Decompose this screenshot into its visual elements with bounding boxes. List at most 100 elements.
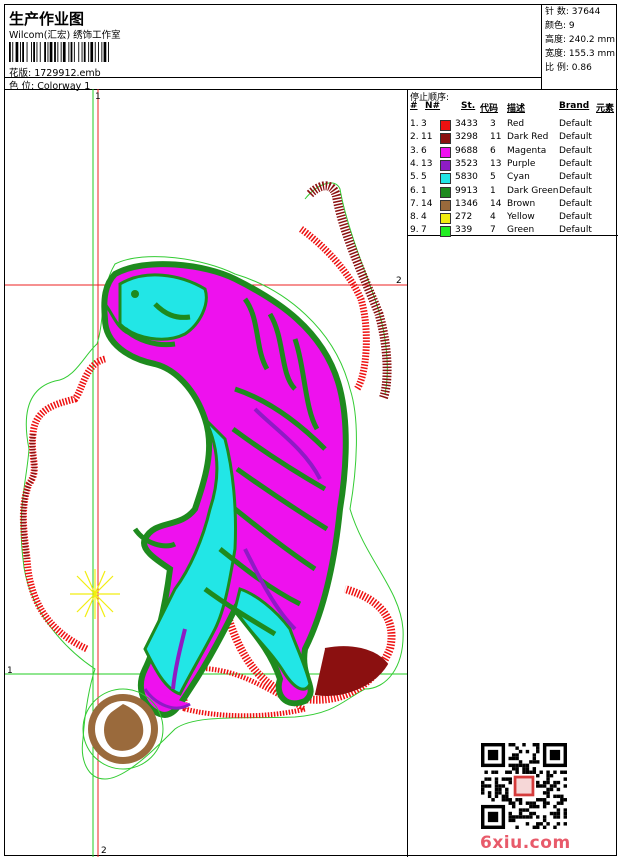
qr-module: [546, 801, 550, 805]
qr-module: [536, 746, 540, 750]
sequence-brand: Default: [559, 158, 592, 169]
qr-module: [542, 818, 547, 823]
barcode-bar: [20, 42, 21, 62]
qr-module: [532, 770, 537, 774]
sequence-brand: Default: [559, 172, 592, 183]
sequence-stitches: 1346: [455, 198, 478, 209]
qr-module: [515, 815, 519, 819]
qr-module: [481, 784, 485, 788]
qr-module: [546, 777, 550, 781]
qr-module: [546, 773, 550, 778]
qr-module: [553, 794, 557, 799]
barcode-bar: [62, 42, 66, 62]
barcode-bar: [39, 42, 41, 62]
qr-module: [498, 787, 502, 792]
barcode-bar: [12, 42, 14, 62]
qr-module: [484, 784, 488, 788]
qr-logo-inner: [516, 778, 532, 794]
barcode-bar: [26, 42, 28, 62]
qr-module: [529, 804, 533, 809]
qr-module: [532, 743, 537, 747]
qr-module: [536, 815, 540, 819]
qr-module: [553, 770, 557, 774]
sequence-index: 3.: [410, 145, 419, 156]
qr-module: [511, 804, 516, 809]
qr-module: [563, 798, 567, 802]
qr-module: [556, 801, 561, 805]
stat-scale: 比 例: 0.86: [545, 63, 592, 73]
qr-module: [505, 798, 509, 802]
sequence-row: 1. 3 3433 3 Red Default: [407, 119, 618, 132]
qr-module: [529, 770, 533, 774]
barcode-bar: [81, 42, 83, 62]
barcode-bar: [15, 42, 19, 62]
page-title: 生产作业图: [9, 10, 85, 28]
stats-panel: 针 数: 37644 颜色: 9 高度: 240.2 mm 宽度: 155.3 …: [542, 5, 618, 75]
qr-module: [553, 784, 557, 788]
barcode-bar: [36, 42, 38, 62]
qr-module: [542, 825, 547, 829]
qr-module: [563, 811, 567, 816]
stop-sequence-header: # N# St. 代码 描述 Brand 元素: [407, 101, 618, 115]
qr-module: [505, 770, 509, 774]
qr-module: [484, 770, 488, 774]
qr-module: [484, 777, 488, 781]
qr-module: [508, 770, 512, 774]
qr-module: [542, 804, 547, 809]
qr-module: [494, 770, 499, 774]
qr-module: [542, 815, 547, 819]
sequence-code: 14: [490, 198, 502, 209]
qr-module: [515, 825, 519, 829]
qr-module: [518, 749, 523, 754]
sequence-code: 3: [490, 119, 496, 129]
sequence-stitches: 9688: [455, 145, 478, 156]
qr-module: [560, 770, 564, 774]
qr-module: [525, 770, 530, 774]
qr-module: [536, 784, 540, 788]
sequence-code: 11: [490, 132, 502, 143]
guide-label-top: 2: [396, 276, 402, 286]
col-code: 代码: [480, 104, 499, 114]
embroidery-preview: 2 1 1 2: [5, 89, 407, 857]
qr-module: [522, 770, 526, 774]
sequence-row: 7. 14 1346 14 Brown Default: [407, 199, 618, 212]
sequence-index: 6.: [410, 185, 419, 196]
sequence-index: 4.: [410, 158, 419, 169]
qr-module: [511, 753, 516, 757]
qr-code-image: [481, 743, 567, 829]
qr-module: [553, 825, 557, 829]
sequence-description: Magenta: [507, 145, 547, 156]
qr-module: [505, 791, 509, 795]
qr-module: [546, 787, 550, 792]
qr-module: [498, 784, 502, 788]
qr-module: [539, 784, 543, 788]
qr-module: [542, 798, 547, 802]
barcode-bar: [70, 42, 73, 62]
qr-module: [556, 815, 561, 819]
sequence-code: 4: [490, 212, 496, 223]
qr-module: [536, 760, 540, 764]
qr-module: [525, 749, 530, 754]
qr-module: [501, 777, 506, 781]
sequence-needle: 5: [421, 172, 427, 183]
qr-module: [529, 815, 533, 819]
qr-module: [501, 798, 506, 802]
barcode-bar: [88, 42, 90, 62]
sequence-brand: Default: [559, 212, 592, 223]
sequence-brand: Default: [559, 132, 592, 143]
sequence-description: Brown: [507, 198, 536, 209]
qr-module: [529, 811, 533, 816]
sequence-brand: Default: [559, 225, 592, 236]
qr-module: [505, 787, 509, 792]
barcode-bar: [22, 42, 24, 62]
guide-label-left: 1: [7, 666, 13, 676]
qr-module: [525, 815, 530, 819]
sequence-needle: 7: [421, 225, 427, 236]
sequence-stitches: 3433: [455, 119, 478, 129]
color-swatch: [440, 120, 451, 131]
qr-module: [563, 777, 567, 781]
barcode-bar: [78, 42, 80, 62]
qr-module: [529, 760, 533, 764]
qr-module: [525, 767, 530, 771]
qr-module: [563, 808, 567, 812]
